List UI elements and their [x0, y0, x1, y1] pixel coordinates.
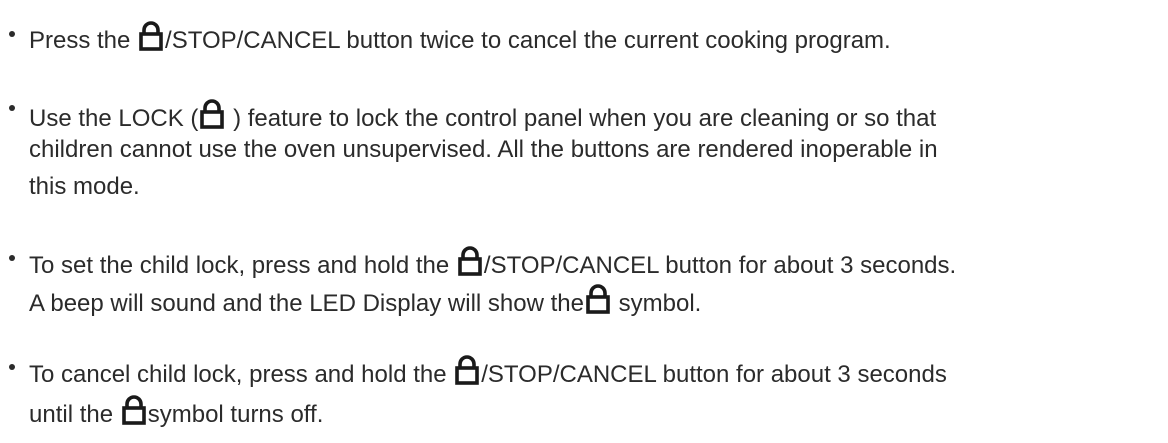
bullet: [9, 364, 15, 370]
bullet: [9, 255, 15, 261]
text-fragment: until the: [29, 401, 120, 428]
lock-icon: [457, 246, 483, 276]
text-fragment: A beep will sound and the LED Display wi…: [29, 290, 584, 317]
lock-icon: [199, 99, 225, 129]
text-line: Use the LOCK ( ) feature to lock the con…: [29, 99, 936, 134]
lock-icon: [454, 355, 480, 385]
text-fragment: /STOP/CANCEL button for about 3 seconds.: [483, 252, 957, 279]
text-fragment: /STOP/CANCEL button for about 3 seconds: [481, 361, 947, 388]
text-fragment: symbol turns off.: [147, 401, 324, 428]
text-line: To set the child lock, press and hold th…: [29, 246, 956, 281]
text-line: A beep will sound and the LED Display wi…: [29, 284, 701, 319]
text-line: To cancel child lock, press and hold the…: [29, 355, 947, 390]
text-line: children cannot use the oven unsupervise…: [29, 136, 938, 163]
lock-icon: [121, 395, 147, 425]
text-fragment: To set the child lock, press and hold th…: [29, 252, 456, 279]
text-fragment: To cancel child lock, press and hold the: [29, 361, 454, 388]
text-fragment: /STOP/CANCEL button twice to cancel the …: [165, 27, 891, 54]
text-line: until the symbol turns off.: [29, 395, 323, 430]
text-line: this mode.: [29, 173, 140, 200]
bullet: [9, 31, 15, 37]
text-fragment: Press the: [29, 27, 138, 54]
text-line: Press the /STOP/CANCEL button twice to c…: [29, 21, 891, 56]
bullet: [9, 105, 15, 111]
text-fragment: ) feature to lock the control panel when…: [226, 105, 937, 132]
lock-icon: [138, 21, 164, 51]
text-fragment: Use the LOCK (: [29, 105, 199, 132]
lock-icon: [585, 284, 611, 314]
text-fragment: symbol.: [611, 290, 702, 317]
